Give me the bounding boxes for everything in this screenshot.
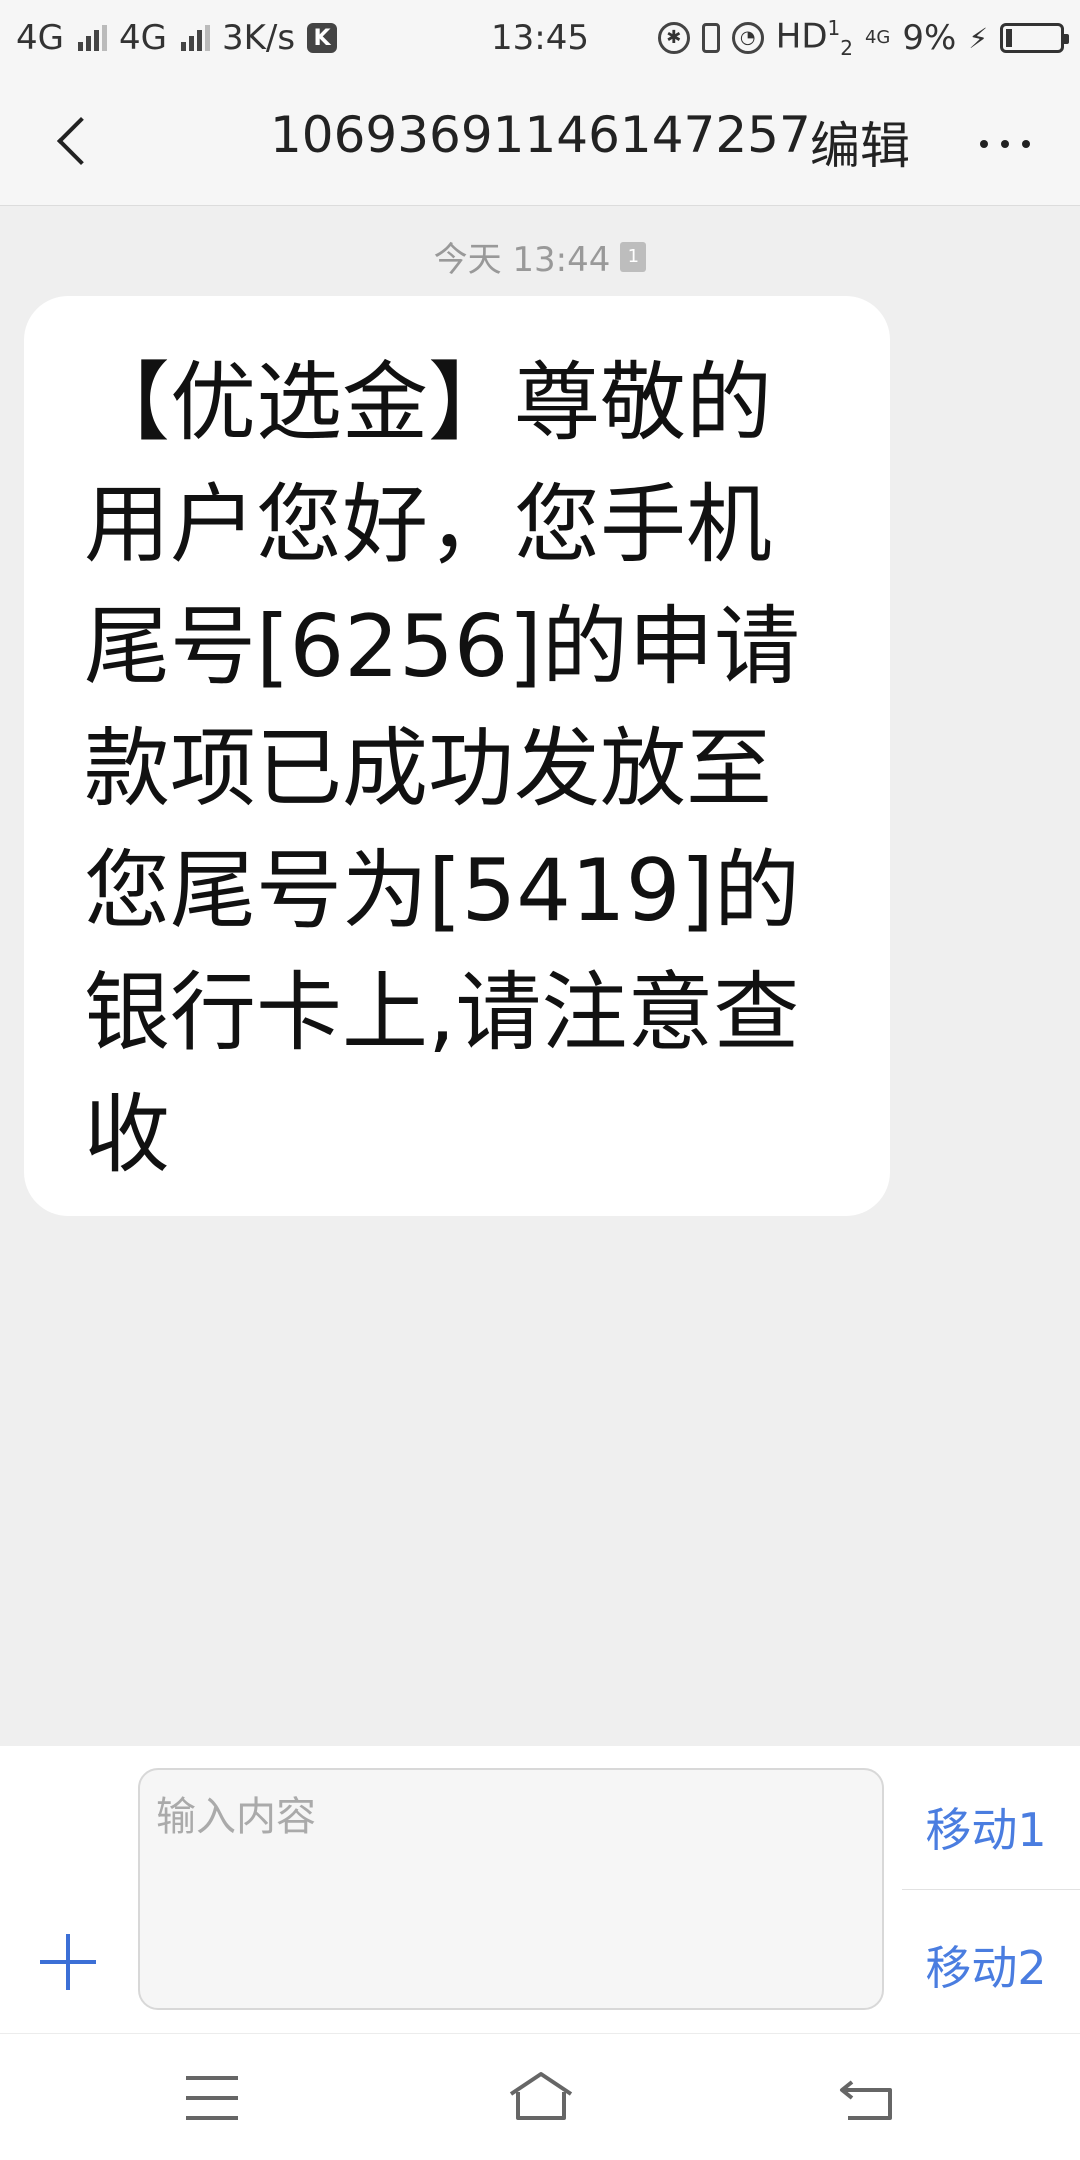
net-speed: 3K/s — [221, 18, 296, 58]
message-input[interactable] — [138, 1768, 884, 2010]
sim1-signal-icon — [77, 25, 107, 51]
hd-label: HD12 — [775, 15, 853, 61]
navigation-bar — [0, 2033, 1080, 2160]
battery-percent: 9% — [902, 18, 957, 58]
back-arrow-icon[interactable] — [52, 114, 106, 168]
battery-icon — [1000, 23, 1069, 53]
status-left: 4G 4G 3K/s K — [16, 18, 338, 58]
conversation-header: 10693691146147257 编辑 — [0, 76, 1080, 206]
data-network-icon: 4G — [864, 27, 891, 48]
status-right: ✱ ◔ HD12 4G 9% ⚡ — [657, 15, 1069, 61]
vibrate-icon — [701, 23, 720, 53]
charging-icon: ⚡ — [968, 21, 988, 55]
more-dots-icon[interactable] — [970, 124, 1040, 164]
send-divider — [902, 1889, 1080, 1890]
send-sim2-button[interactable]: 移动2 — [906, 1932, 1066, 1998]
message-timestamp: 今天 13:44 — [433, 240, 611, 280]
message-bubble[interactable]: 【优选金】尊敬的用户您好，您手机尾号[6256]的申请款项已成功发放至您尾号为[… — [24, 296, 890, 1216]
sender-number: 10693691146147257 — [270, 106, 811, 164]
home-icon[interactable] — [506, 2070, 576, 2124]
message-text: 【优选金】尊敬的用户您好，您手机尾号[6256]的申请款项已成功发放至您尾号为[… — [84, 353, 800, 1185]
status-bar: 4G 4G 3K/s K 13:45 ✱ ◔ HD12 4G 9% ⚡ — [0, 0, 1080, 76]
plus-icon[interactable] — [40, 1934, 96, 1990]
sim1-network-label: 4G — [16, 18, 64, 58]
sim2-network-label: 4G — [118, 18, 167, 58]
composer: 移动1 移动2 — [0, 1746, 1080, 2033]
app-notification-icon: K — [307, 23, 338, 53]
alarm-icon: ◔ — [731, 22, 764, 54]
sim2-signal-icon — [180, 25, 210, 51]
menu-icon[interactable] — [186, 2076, 238, 2120]
send-sim1-button[interactable]: 移动1 — [906, 1794, 1066, 1860]
edit-button[interactable]: 编辑 — [810, 106, 910, 178]
message-timestamp-row: 今天 13:44 1 — [0, 232, 1080, 281]
bluetooth-icon: ✱ — [657, 22, 690, 54]
return-icon[interactable] — [838, 2074, 898, 2122]
sim-badge: 1 — [620, 241, 647, 272]
